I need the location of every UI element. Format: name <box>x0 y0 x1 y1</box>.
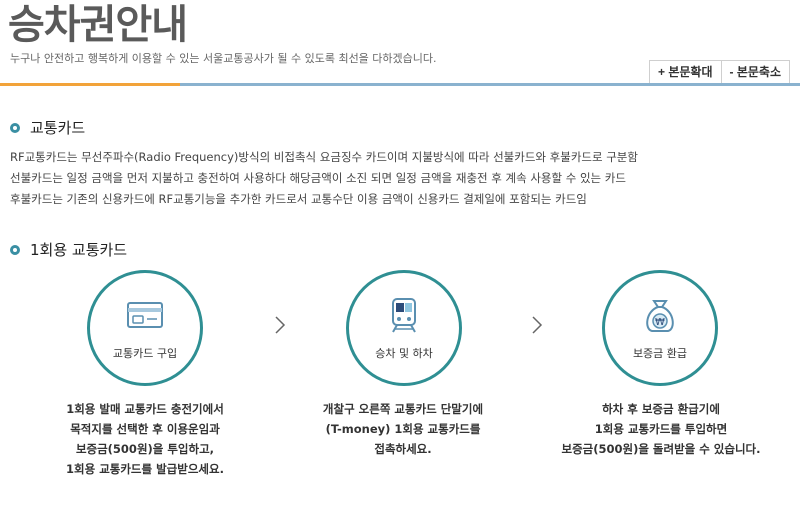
step-description-line: 접촉하세요. <box>374 442 432 456</box>
description-line: RF교통카드는 무선주파수(Radio Frequency)방식의 비접촉식 요… <box>10 150 638 164</box>
step-description-line: 목적지를 선택한 후 이용운임과 <box>70 422 220 436</box>
step-description-line: 보증금(500원)을 투입하고, <box>75 442 215 456</box>
card-icon <box>127 302 163 328</box>
transport-card-description: RF교통카드는 무선주파수(Radio Frequency)방식의 비접촉식 요… <box>10 147 790 210</box>
svg-text:₩: ₩ <box>655 317 665 328</box>
step-boarding: 승차 및 하차 <box>346 270 462 386</box>
section-title: 교통카드 <box>30 119 86 137</box>
step-description-line: 보증금(500원)을 돌려받을 수 있습니다. <box>561 442 761 456</box>
description-line: 선불카드는 일정 금액을 먼저 지불하고 충전하여 사용하다 해당금액이 소진 … <box>10 171 626 185</box>
step-description-line: 개찰구 오른쪽 교통카드 단말기에 <box>322 402 484 416</box>
zoom-in-button[interactable]: + 본문확대 <box>648 60 722 84</box>
step-description-line: 1회용 교통카드를 발급받으세요. <box>66 462 224 476</box>
train-icon <box>392 298 416 333</box>
zoom-out-button[interactable]: - 본문축소 <box>721 60 790 84</box>
step-label: 보증금 환급 <box>632 347 688 360</box>
bullet-icon <box>10 122 20 133</box>
step-description-line: (T-money) 1회용 교통카드를 <box>325 422 481 436</box>
step-description: 개찰구 오른쪽 교통카드 단말기에 (T-money) 1회용 교통카드를 접촉… <box>283 399 523 459</box>
step-refund: ₩ 보증금 환급 <box>602 270 718 386</box>
header-divider <box>0 83 800 86</box>
font-size-controls: + 본문확대 - 본문축소 <box>648 60 790 84</box>
chevron-right-icon <box>275 316 286 334</box>
step-label: 교통카드 구입 <box>112 347 178 360</box>
step-description: 하차 후 보증금 환급기에 1회용 교통카드를 투입하면 보증금(500원)을 … <box>541 399 781 459</box>
bullet-icon <box>10 244 20 255</box>
step-label: 승차 및 하차 <box>375 347 433 360</box>
step-description-line: 1회용 발매 교통카드 충전기에서 <box>66 402 224 416</box>
section-heading-transport-card: 교통카드 <box>10 117 85 138</box>
chevron-right-icon <box>532 316 543 334</box>
step-description: 1회용 발매 교통카드 충전기에서 목적지를 선택한 후 이용운임과 보증금(5… <box>25 399 265 479</box>
section-heading-single-use-card: 1회용 교통카드 <box>10 239 127 260</box>
page-subtitle: 누구나 안전하고 행복하게 이용할 수 있는 서울교통공사가 될 수 있도록 최… <box>10 52 437 65</box>
money-bag-icon: ₩ <box>646 300 674 332</box>
step-description-line: 1회용 교통카드를 투입하면 <box>594 422 728 436</box>
step-purchase: 교통카드 구입 <box>87 270 203 386</box>
page-title: 승차권안내 <box>8 2 188 48</box>
step-description-line: 하차 후 보증금 환급기에 <box>602 402 720 416</box>
single-use-card-steps: 교통카드 구입 승차 및 하차 ₩ 보증금 환급 1회용 발매 교통카드 충전기… <box>0 270 800 500</box>
description-line: 후불카드는 기존의 신용카드에 RF교통기능을 추가한 카드로서 교통수단 이용… <box>10 192 587 206</box>
section-title: 1회용 교통카드 <box>30 241 128 259</box>
header-divider-accent <box>0 83 180 86</box>
